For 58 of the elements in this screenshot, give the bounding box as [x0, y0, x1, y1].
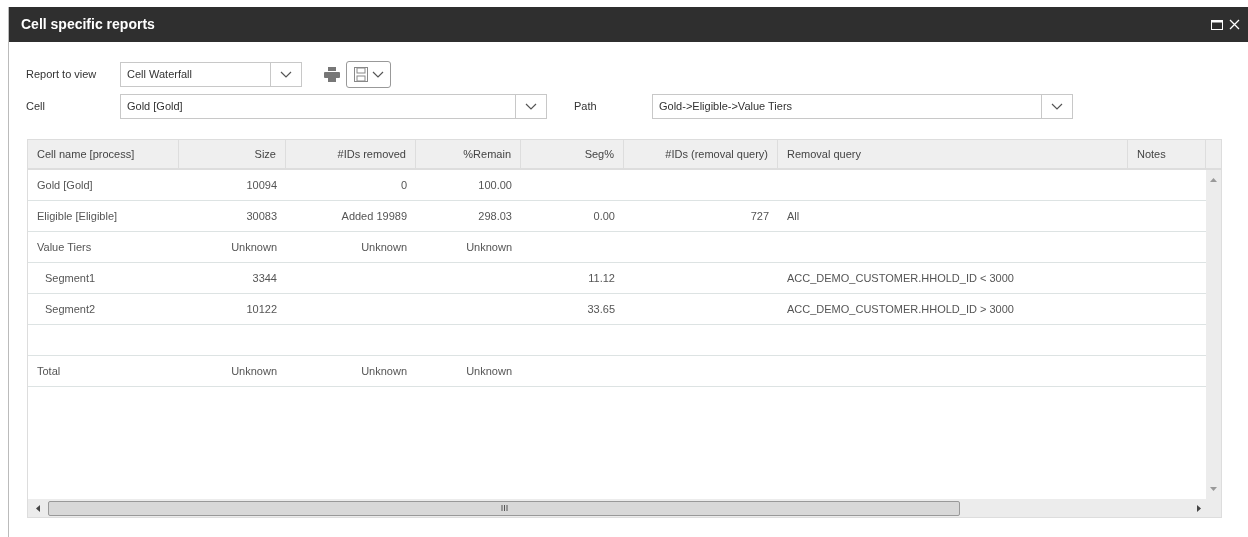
column-header[interactable]: #IDs (removal query): [624, 140, 778, 168]
table-cell-text: 0.00: [593, 208, 615, 224]
table-cell-text: Value Tiers: [37, 239, 92, 255]
table-cell-text: 10094: [246, 177, 277, 193]
chevron-down-icon: [525, 102, 537, 111]
column-header[interactable]: #IDs removed: [286, 140, 416, 168]
path-select[interactable]: Gold->Eligible->Value Tiers: [652, 94, 1073, 119]
table-cell-text: Unknown: [466, 239, 512, 255]
table-cell-text: Unknown: [361, 363, 407, 379]
window-title: Cell specific reports: [21, 15, 155, 34]
report-select[interactable]: Cell Waterfall: [120, 62, 302, 87]
table-cell-text: Unknown: [361, 239, 407, 255]
table-cell-text: All: [787, 208, 800, 224]
table-cell-text: Unknown: [231, 363, 277, 379]
table-cell-text: Total: [37, 363, 61, 379]
scrollbar-thumb[interactable]: [48, 500, 960, 516]
table-cell-text: Unknown: [231, 239, 277, 255]
table-cell-text: Segment2: [44, 301, 96, 317]
maximize-icon[interactable]: [1211, 19, 1223, 30]
column-header[interactable]: Notes: [1128, 140, 1206, 168]
field-label: Report to view: [26, 67, 98, 83]
scroll-up-icon[interactable]: [1210, 178, 1217, 182]
table-cell-text: Segment1: [44, 270, 96, 286]
table-cell-text: 298.03: [478, 208, 512, 224]
table-cell-text: ACC_DEMO_CUSTOMER.HHOLD_ID > 3000: [787, 301, 1014, 317]
close-icon[interactable]: [1229, 19, 1240, 30]
column-header[interactable]: Size: [179, 140, 286, 168]
scroll-left-icon[interactable]: [36, 504, 40, 512]
table-cell-text: Added 19989: [341, 208, 407, 224]
table-cell-text: Gold [Gold]: [37, 177, 93, 193]
table-cell-text: 3344: [252, 270, 277, 286]
column-header[interactable]: %Remain: [416, 140, 521, 168]
table-cell-text: Eligible [Eligible]: [37, 208, 118, 224]
print-icon[interactable]: [324, 67, 340, 82]
column-header[interactable]: Seg%: [521, 140, 624, 168]
table-cell-text: ACC_DEMO_CUSTOMER.HHOLD_ID < 3000: [787, 270, 1014, 286]
scroll-right-icon[interactable]: [1197, 504, 1201, 512]
table-cell-text: 727: [750, 208, 769, 224]
table-cell-text: 33.65: [587, 301, 615, 317]
field-label: Path: [574, 99, 598, 115]
cell-select[interactable]: Gold [Gold]: [120, 94, 547, 119]
table-cell-text: 0: [400, 177, 407, 193]
field-label: Cell: [26, 99, 46, 115]
table-cell-text: 100.00: [478, 177, 512, 193]
table-cell-text: Unknown: [466, 363, 512, 379]
table-cell-text: 10122: [246, 301, 277, 317]
save-dropdown-button[interactable]: [346, 61, 391, 88]
column-header[interactable]: Cell name [process]: [28, 140, 179, 168]
column-header[interactable]: Removal query: [778, 140, 1128, 168]
vertical-scrollbar[interactable]: [1206, 170, 1221, 499]
grip-icon: [500, 505, 508, 511]
table-cell-text: 30083: [246, 208, 277, 224]
horizontal-scrollbar[interactable]: [28, 499, 1221, 517]
scroll-down-icon[interactable]: [1210, 487, 1217, 491]
chevron-down-icon: [371, 70, 384, 79]
chevron-down-icon: [1051, 102, 1063, 111]
table-cell-text: 11.12: [588, 270, 615, 286]
chevron-down-icon: [280, 70, 292, 79]
